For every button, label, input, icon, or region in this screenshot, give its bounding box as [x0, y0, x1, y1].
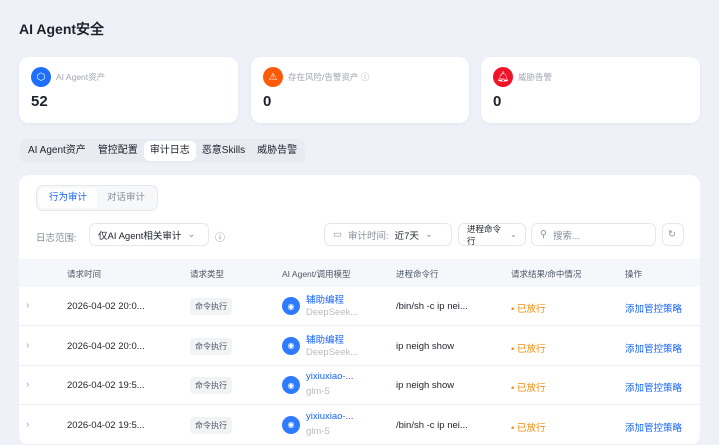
audit-subtabs: 行为审计 对话审计	[36, 185, 158, 211]
result-text: 已放行	[517, 383, 546, 394]
model-name: glm-5	[306, 386, 330, 397]
request-time: 2026-04-02 19:5...	[67, 420, 145, 431]
page-title: AI Agent安全	[19, 19, 104, 39]
add-policy-link[interactable]: 添加管控策略	[625, 380, 682, 394]
model-name: DeepSeek...	[306, 307, 358, 318]
expand-chevron-icon[interactable]: ›	[26, 379, 29, 390]
main-tabs: AI Agent资产 管控配置 审计日志 恶意Skills 威胁告警	[20, 139, 305, 163]
card-label: 存在风险/告警资产 ⓘ	[288, 71, 369, 83]
expand-chevron-icon[interactable]: ›	[26, 300, 29, 311]
warning-icon: ⚠	[263, 67, 283, 87]
request-type-badge: 命令执行	[190, 298, 232, 315]
robot-icon: ◉	[282, 337, 300, 355]
card-label: AI Agent资产	[56, 71, 105, 83]
search-input[interactable]: ⚲ 搜索...	[531, 223, 656, 246]
stat-card-risk-assets: ⚠ 存在风险/告警资产 ⓘ 0	[251, 57, 469, 123]
time-value: 近7天	[395, 228, 419, 242]
time-label: 审计时间:	[348, 228, 389, 242]
chevron-down-icon: ⌄	[510, 229, 517, 240]
request-type-badge: 命令执行	[190, 377, 232, 394]
card-value: 0	[493, 93, 501, 110]
scope-value: 仅AI Agent相关审计	[98, 228, 181, 242]
command-line: /bin/sh -c ip nei...	[396, 420, 468, 431]
type-value: 进程命令行	[467, 223, 504, 247]
table-header: 请求时间 请求类型 AI Agent/调用模型 进程命令行 请求结果/命中情况 …	[19, 259, 700, 287]
col-time: 请求时间	[67, 268, 101, 280]
audit-panel: 行为审计 对话审计 日志范围: 仅AI Agent相关审计 ⌄ ⓘ ▭ 审计时间: 近…	[19, 175, 700, 445]
scope-select[interactable]: 仅AI Agent相关审计 ⌄	[89, 223, 209, 246]
agent-name-link[interactable]: 辅助编程	[306, 292, 344, 306]
refresh-icon: ↻	[668, 229, 676, 240]
type-select[interactable]: 进程命令行 ⌄	[458, 223, 526, 246]
shield-icon: ⬡	[31, 67, 51, 87]
chevron-down-icon: ⌄	[425, 229, 433, 240]
command-line: /bin/sh -c ip nei...	[396, 301, 468, 312]
expand-chevron-icon[interactable]: ›	[26, 419, 29, 430]
add-policy-link[interactable]: 添加管控策略	[625, 420, 682, 434]
card-label-text: 存在风险/告警资产	[288, 72, 358, 82]
robot-icon: ◉	[282, 416, 300, 434]
table-row[interactable]: › 2026-04-02 19:5... 命令执行 ◉ yixiuxiao-..…	[19, 366, 700, 405]
request-type-badge: 命令执行	[190, 338, 232, 355]
table-row[interactable]: › 2026-04-02 20:0... 命令执行 ◉ 辅助编程 DeepSee…	[19, 287, 700, 326]
tab-audit-log[interactable]: 审计日志	[144, 141, 196, 161]
table-row[interactable]: › 2026-04-02 20:0... 命令执行 ◉ 辅助编程 DeepSee…	[19, 327, 700, 366]
result-status: • 已放行	[511, 301, 545, 315]
robot-icon: ◉	[282, 297, 300, 315]
request-time: 2026-04-02 20:0...	[67, 301, 145, 312]
agent-name-link[interactable]: yixiuxiao-...	[306, 371, 354, 382]
request-time: 2026-04-02 19:5...	[67, 380, 145, 391]
stat-card-threat-alerts: 🔔︎ 威胁告警 0	[481, 57, 700, 123]
model-name: DeepSeek...	[306, 347, 358, 358]
info-icon[interactable]: ⓘ	[361, 72, 370, 82]
card-value: 0	[263, 93, 271, 110]
add-policy-link[interactable]: 添加管控策略	[625, 301, 682, 315]
col-agent: AI Agent/调用模型	[282, 268, 351, 280]
col-action: 操作	[625, 268, 642, 280]
subtab-dialog-audit[interactable]: 对话审计	[97, 188, 155, 208]
result-status: • 已放行	[511, 341, 545, 355]
request-type-badge: 命令执行	[190, 417, 232, 434]
robot-icon: ◉	[282, 376, 300, 394]
search-placeholder: 搜索...	[553, 228, 580, 242]
result-text: 已放行	[517, 344, 546, 355]
chevron-down-icon: ⌄	[187, 229, 195, 240]
card-value: 52	[31, 93, 48, 110]
card-label: 威胁告警	[518, 71, 552, 83]
time-select[interactable]: ▭ 审计时间: 近7天 ⌄	[324, 223, 452, 246]
model-name: glm-5	[306, 426, 330, 437]
table-row[interactable]: › 2026-04-02 19:5... 命令执行 ◉ yixiuxiao-..…	[19, 406, 700, 445]
command-line: ip neigh show	[396, 341, 454, 352]
result-status: • 已放行	[511, 380, 545, 394]
tab-agent-assets[interactable]: AI Agent资产	[22, 141, 92, 161]
col-result: 请求结果/命中情况	[511, 268, 581, 280]
expand-chevron-icon[interactable]: ›	[26, 340, 29, 351]
result-text: 已放行	[517, 423, 546, 434]
refresh-button[interactable]: ↻	[662, 223, 684, 246]
scope-label: 日志范围:	[36, 230, 77, 244]
bell-icon: 🔔︎	[493, 67, 513, 87]
subtab-behavior-audit[interactable]: 行为审计	[39, 188, 97, 208]
agent-name-link[interactable]: 辅助编程	[306, 332, 344, 346]
search-icon: ⚲	[540, 229, 547, 240]
result-text: 已放行	[517, 304, 546, 315]
add-policy-link[interactable]: 添加管控策略	[625, 341, 682, 355]
tab-control-config[interactable]: 管控配置	[92, 141, 144, 161]
tab-threat-alerts[interactable]: 威胁告警	[251, 141, 303, 161]
agent-name-link[interactable]: yixiuxiao-...	[306, 411, 354, 422]
col-type: 请求类型	[190, 268, 224, 280]
command-line: ip neigh show	[396, 380, 454, 391]
col-cmd: 进程命令行	[396, 268, 439, 280]
tab-malicious-skills[interactable]: 恶意Skills	[196, 141, 251, 161]
calendar-icon: ▭	[333, 229, 342, 240]
request-time: 2026-04-02 20:0...	[67, 341, 145, 352]
info-icon[interactable]: ⓘ	[215, 229, 225, 244]
stat-card-agent-assets: ⬡ AI Agent资产 52	[19, 57, 238, 123]
result-status: • 已放行	[511, 420, 545, 434]
